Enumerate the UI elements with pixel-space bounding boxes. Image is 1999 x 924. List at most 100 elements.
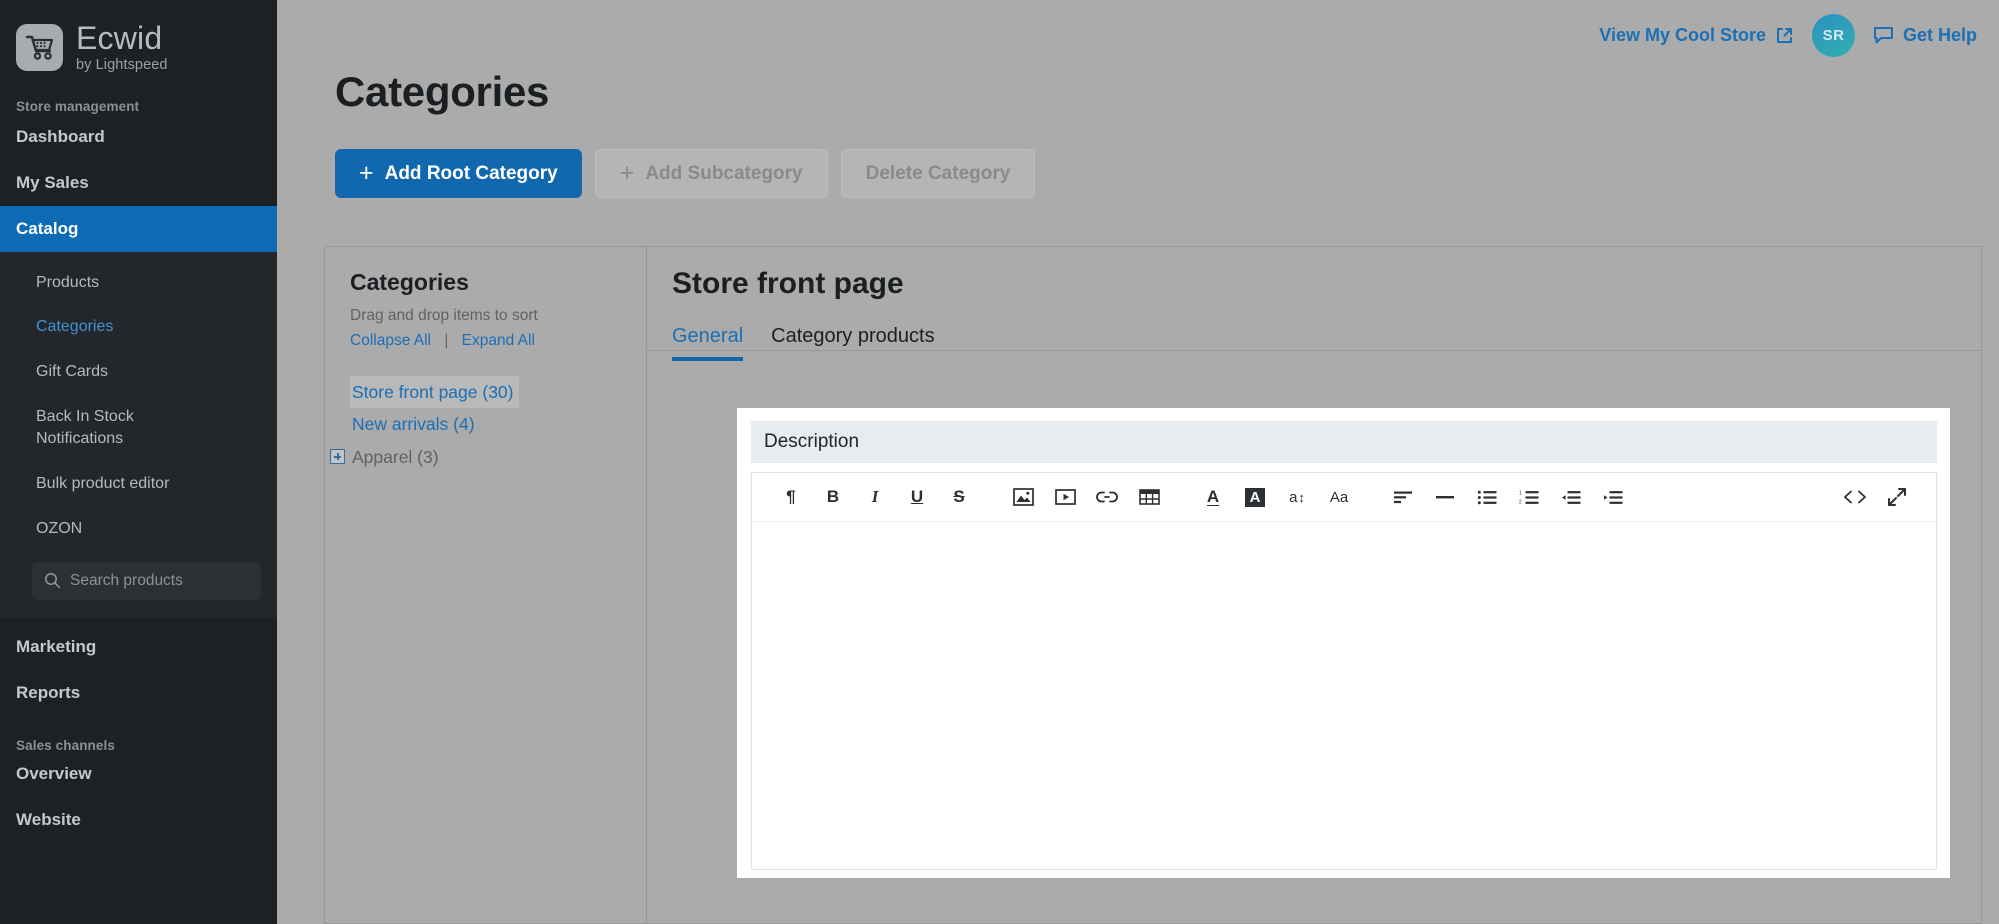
sidebar-item-catalog[interactable]: Catalog xyxy=(0,205,277,252)
sidebar-item-label: Overview xyxy=(16,763,92,783)
brand-name: Ecwid xyxy=(76,20,163,56)
expand-plus-icon[interactable] xyxy=(330,449,345,465)
app-root: Ecwid by Lightspeed Store management Das… xyxy=(0,0,1999,924)
fullscreen-icon[interactable] xyxy=(1876,480,1918,514)
shopping-cart-icon xyxy=(16,23,63,71)
sidebar-item-label: Bulk product editor xyxy=(36,475,170,493)
sidebar-item-ozon[interactable]: OZON xyxy=(0,507,277,552)
add-root-category-button[interactable]: + Add Root Category xyxy=(335,149,582,198)
view-store-link[interactable]: View My Cool Store xyxy=(1599,25,1794,46)
sidebar-item-label: Dashboard xyxy=(16,126,105,146)
editor-toolbar: ¶ B I U S A A a ↕ Aa 1 2 xyxy=(752,473,1936,522)
sidebar-item-reports[interactable]: Reports xyxy=(0,670,277,716)
sidebar-item-dashboard[interactable]: Dashboard xyxy=(0,114,277,160)
description-editor-card: Description ¶ B I U S A A a ↕ Aa 1 2 xyxy=(737,408,1950,878)
sidebar-item-label: Gift Cards xyxy=(36,362,109,380)
indent-icon[interactable] xyxy=(1592,480,1634,514)
category-tree-list: Store front page (30) New arrivals (4) A… xyxy=(330,376,646,473)
highlight-color-icon[interactable]: A xyxy=(1234,480,1276,514)
delete-category-button[interactable]: Delete Category xyxy=(840,149,1036,198)
search-products-box[interactable] xyxy=(32,561,261,600)
description-editor-area[interactable] xyxy=(752,522,1936,869)
horizontal-rule-icon[interactable] xyxy=(1424,480,1466,514)
sidebar-item-label: Products xyxy=(36,273,100,291)
bullet-list-icon[interactable] xyxy=(1466,480,1508,514)
svg-text:1: 1 xyxy=(1519,490,1522,496)
brand-tagline: by Lightspeed xyxy=(76,57,168,73)
tab-label: General xyxy=(672,325,744,347)
tree-item-label: New arrivals (4) xyxy=(352,414,475,435)
tree-row: Apparel (3) xyxy=(330,441,646,473)
align-icon[interactable] xyxy=(1382,480,1424,514)
insert-link-icon[interactable] xyxy=(1086,480,1128,514)
bold-icon[interactable]: B xyxy=(812,480,854,514)
sidebar-item-label: Categories xyxy=(36,318,114,336)
avatar-initials: SR xyxy=(1822,27,1845,44)
tab-label: Category products xyxy=(771,325,935,347)
insert-video-icon[interactable] xyxy=(1044,480,1086,514)
sidebar-item-website[interactable]: Website xyxy=(0,797,277,843)
strikethrough-icon[interactable]: S xyxy=(938,480,980,514)
paragraph-icon[interactable]: ¶ xyxy=(770,480,812,514)
expand-all-link[interactable]: Expand All xyxy=(462,332,535,349)
rich-text-editor: ¶ B I U S A A a ↕ Aa 1 2 xyxy=(751,472,1937,870)
sidebar-item-marketing[interactable]: Marketing xyxy=(0,624,277,670)
header-actions: View My Cool Store SR Get Help xyxy=(1599,14,1977,57)
sidebar-item-my-sales[interactable]: My Sales xyxy=(0,160,277,206)
tree-hint: Drag and drop items to sort xyxy=(350,307,538,324)
italic-icon[interactable]: I xyxy=(854,480,896,514)
catalog-subnav: Products Categories Gift Cards Back In S… xyxy=(0,251,277,618)
sidebar-item-label: OZON xyxy=(36,519,83,537)
search-input[interactable] xyxy=(70,571,249,590)
tree-title: Categories xyxy=(350,269,469,295)
get-help-button[interactable]: Get Help xyxy=(1873,25,1977,46)
sidebar-item-overview[interactable]: Overview xyxy=(0,753,277,797)
sidebar-item-label: My Sales xyxy=(16,172,89,192)
chat-bubble-icon xyxy=(1873,26,1894,45)
sidebar-item-bulk-product-editor[interactable]: Bulk product editor xyxy=(0,462,277,507)
category-detail-title: Store front page xyxy=(672,267,904,300)
link-separator: | xyxy=(444,332,449,349)
button-label: Add Root Category xyxy=(384,162,558,184)
sidebar-item-gift-cards[interactable]: Gift Cards xyxy=(0,350,277,395)
tree-item-apparel[interactable]: Apparel (3) xyxy=(328,441,445,473)
sidebar-item-back-in-stock-notifications[interactable]: Back In Stock Notifications xyxy=(0,395,175,462)
sidebar-item-label: Reports xyxy=(16,682,81,702)
tree-item-new-arrivals[interactable]: New arrivals (4) xyxy=(350,408,481,440)
view-store-label: View My Cool Store xyxy=(1599,25,1766,45)
sidebar-item-label: Marketing xyxy=(16,636,97,656)
sidebar-item-products[interactable]: Products xyxy=(0,261,277,306)
underline-icon[interactable]: U xyxy=(896,480,938,514)
sidebar: Ecwid by Lightspeed Store management Das… xyxy=(0,0,277,924)
tab-general[interactable]: General xyxy=(672,325,743,361)
plus-icon: + xyxy=(619,159,635,187)
avatar[interactable]: SR xyxy=(1811,14,1855,57)
get-help-label: Get Help xyxy=(1902,25,1977,45)
text-case-icon[interactable]: Aa xyxy=(1318,480,1360,514)
sidebar-item-label: Website xyxy=(16,809,81,829)
add-subcategory-button[interactable]: + Add Subcategory xyxy=(594,149,828,198)
text-color-icon[interactable]: A xyxy=(1192,480,1234,514)
tab-category-products[interactable]: Category products xyxy=(771,325,934,361)
brand-logo[interactable]: Ecwid by Lightspeed xyxy=(0,0,277,73)
description-field-label: Description xyxy=(751,421,1937,463)
source-code-icon[interactable] xyxy=(1834,480,1876,514)
sidebar-item-categories[interactable]: Categories xyxy=(0,305,277,350)
numbered-list-icon[interactable]: 1 2 xyxy=(1508,480,1550,514)
svg-text:2: 2 xyxy=(1519,499,1522,505)
insert-table-icon[interactable] xyxy=(1128,480,1170,514)
tree-bulk-links: Collapse All | Expand All xyxy=(350,332,646,350)
insert-image-icon[interactable] xyxy=(1002,480,1044,514)
tree-row: New arrivals (4) xyxy=(350,408,646,440)
tree-row: Store front page (30) xyxy=(350,376,646,409)
collapse-all-link[interactable]: Collapse All xyxy=(350,332,431,349)
sidebar-item-label: Back In Stock Notifications xyxy=(36,407,134,448)
tree-item-store-front-page[interactable]: Store front page (30) xyxy=(350,376,520,409)
outdent-icon[interactable] xyxy=(1550,480,1592,514)
tree-item-label: Apparel (3) xyxy=(352,446,439,467)
tree-item-label: Store front page (30) xyxy=(352,382,514,402)
sidebar-item-label: Catalog xyxy=(16,218,79,238)
search-icon xyxy=(44,572,61,589)
font-size-icon[interactable]: a ↕ xyxy=(1276,480,1318,514)
category-actions-toolbar: + Add Root Category + Add Subcategory De… xyxy=(277,116,1999,198)
